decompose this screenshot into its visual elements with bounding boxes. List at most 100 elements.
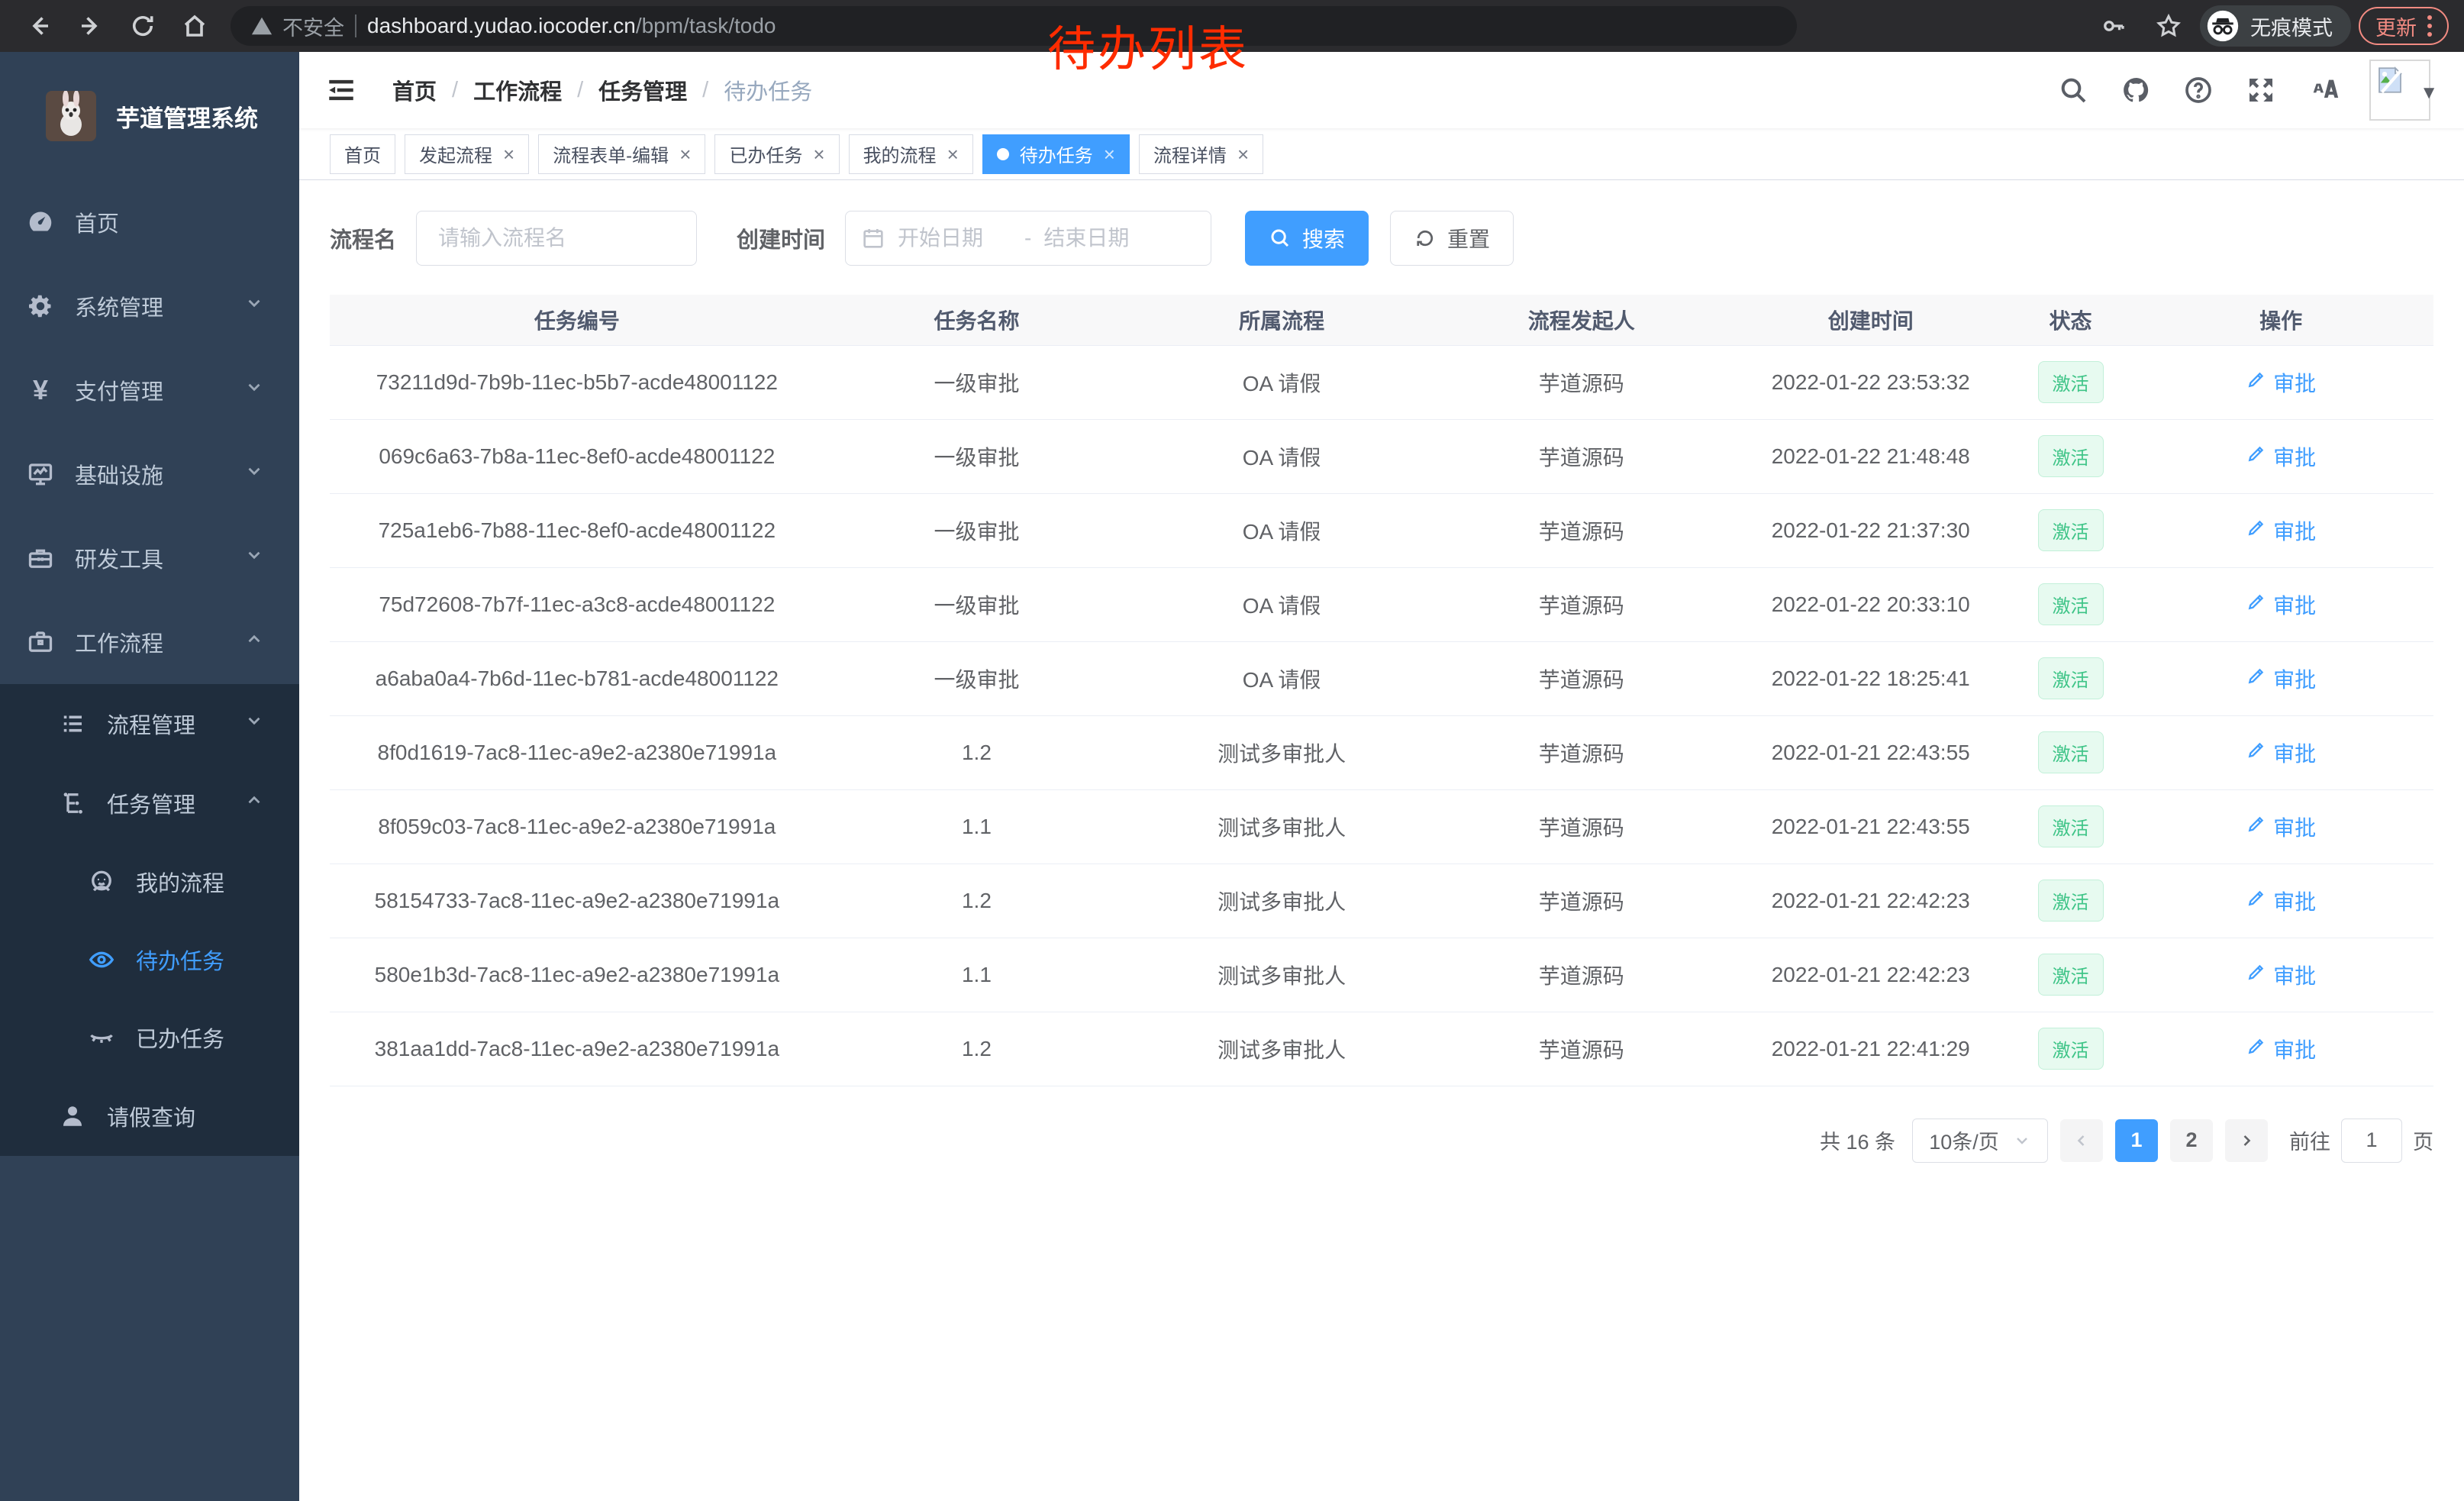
status-cell: 激活 (2013, 789, 2129, 863)
robot-icon (87, 867, 116, 896)
font-size-icon[interactable] (2307, 73, 2340, 107)
fullscreen-icon[interactable] (2244, 73, 2278, 107)
prev-page-button[interactable] (2060, 1119, 2103, 1162)
home-icon[interactable] (171, 6, 218, 46)
key-icon[interactable] (2090, 6, 2137, 46)
edit-pen-icon (2246, 591, 2267, 618)
address-bar[interactable]: 不安全 dashboard.yudao.iocoder.cn/bpm/task/… (231, 6, 1797, 46)
approve-link[interactable]: 审批 (2246, 663, 2316, 694)
process-cell: OA 请假 (1129, 419, 1434, 493)
page-button-1[interactable]: 1 (2115, 1119, 2158, 1162)
reset-button[interactable]: 重置 (1390, 211, 1514, 266)
process-cell: OA 请假 (1129, 493, 1434, 567)
eye-icon (87, 945, 116, 974)
task-id-cell: a6aba0a4-7b6d-11ec-b781-acde48001122 (330, 641, 824, 715)
tab-close-icon[interactable]: × (813, 144, 824, 164)
tab-close-icon[interactable]: × (503, 144, 514, 164)
approve-link[interactable]: 审批 (2246, 960, 2316, 990)
sidebar-item[interactable]: 我的流程 (0, 843, 299, 921)
approve-link[interactable]: 审批 (2246, 886, 2316, 916)
sidebar-item[interactable]: 待办任务 (0, 921, 299, 999)
status-badge: 激活 (2038, 1028, 2104, 1070)
security-warning[interactable]: 不安全 (250, 11, 344, 41)
approve-link[interactable]: 审批 (2246, 441, 2316, 472)
chevron-down-icon (244, 461, 264, 487)
next-page-button[interactable] (2225, 1119, 2268, 1162)
sidebar-item[interactable]: 首页 (0, 180, 299, 264)
tags-view: 首页发起流程×流程表单-编辑×已办任务×我的流程×待办任务×流程详情× (299, 128, 2464, 180)
date-range-picker[interactable]: - (845, 211, 1211, 266)
breadcrumb-item[interactable]: 工作流程 (473, 74, 562, 106)
tab-流程表单-编辑[interactable]: 流程表单-编辑× (538, 134, 705, 174)
tab-close-icon[interactable]: × (1237, 144, 1249, 164)
app-logo[interactable]: 芋道管理系统 (0, 52, 299, 180)
breadcrumb-item[interactable]: 首页 (392, 74, 437, 106)
incognito-icon (2206, 9, 2240, 43)
url-path: /bpm/task/todo (636, 14, 776, 37)
sidebar-item[interactable]: 流程管理 (0, 684, 299, 763)
back-icon[interactable] (15, 6, 63, 46)
approve-link[interactable]: 审批 (2246, 515, 2316, 546)
avatar[interactable]: ▼ (2369, 60, 2438, 121)
help-icon[interactable] (2182, 73, 2215, 107)
page-button-2[interactable]: 2 (2170, 1119, 2213, 1162)
column-header: 流程发起人 (1434, 295, 1729, 345)
search-icon[interactable] (2056, 73, 2090, 107)
task-id-cell: 580e1b3d-7ac8-11ec-a9e2-a2380e71991a (330, 938, 824, 1012)
github-icon[interactable] (2119, 73, 2153, 107)
approve-link[interactable]: 审批 (2246, 738, 2316, 768)
sidebar-item[interactable]: 研发工具 (0, 516, 299, 600)
create-time-cell: 2022-01-21 22:41:29 (1729, 1012, 2013, 1086)
goto-label: 前往 (2289, 1125, 2330, 1155)
browser-menu-icon[interactable] (2427, 15, 2432, 37)
tab-已办任务[interactable]: 已办任务× (714, 134, 839, 174)
reload-icon[interactable] (119, 6, 166, 46)
search-button[interactable]: 搜索 (1245, 211, 1369, 266)
starter-cell: 芋道源码 (1434, 1012, 1729, 1086)
sidebar-item[interactable]: ¥支付管理 (0, 348, 299, 432)
sidebar-item[interactable]: 任务管理 (0, 763, 299, 843)
tab-我的流程[interactable]: 我的流程× (849, 134, 973, 174)
tab-close-icon[interactable]: × (679, 144, 691, 164)
sidebar-item[interactable]: 请假查询 (0, 1077, 299, 1156)
pagination: 共 16 条 10条/页 12 前往 页 (330, 1118, 2433, 1163)
tab-待办任务[interactable]: 待办任务× (982, 134, 1130, 174)
tab-首页[interactable]: 首页 (330, 134, 395, 174)
start-date-input[interactable] (898, 226, 1012, 250)
sidebar-item[interactable]: 基础设施 (0, 432, 299, 516)
breadcrumb-item[interactable]: 任务管理 (598, 74, 687, 106)
process-cell: 测试多审批人 (1129, 789, 1434, 863)
sidebar-menu: 首页系统管理¥支付管理基础设施研发工具工作流程流程管理任务管理我的流程待办任务已… (0, 180, 299, 1156)
tab-发起流程[interactable]: 发起流程× (405, 134, 529, 174)
task-name-cell: 1.2 (824, 863, 1130, 938)
process-name-input[interactable] (416, 211, 697, 266)
user-icon (58, 1102, 87, 1131)
create-time-cell: 2022-01-21 22:42:23 (1729, 938, 2013, 1012)
tab-流程详情[interactable]: 流程详情× (1139, 134, 1263, 174)
edit-pen-icon (2246, 961, 2267, 988)
tab-close-icon[interactable]: × (947, 144, 959, 164)
approve-link[interactable]: 审批 (2246, 812, 2316, 842)
starter-cell: 芋道源码 (1434, 419, 1729, 493)
tab-close-icon[interactable]: × (1104, 144, 1115, 164)
bookmark-star-icon[interactable] (2145, 6, 2192, 46)
sidebar-item[interactable]: 已办任务 (0, 999, 299, 1077)
sidebar-item[interactable]: 工作流程 (0, 600, 299, 684)
page-unit-label: 页 (2413, 1125, 2433, 1155)
goto-page-input[interactable] (2341, 1118, 2402, 1163)
sidebar-item[interactable]: 系统管理 (0, 264, 299, 348)
approve-label: 审批 (2273, 367, 2316, 398)
page-size-select[interactable]: 10条/页 (1912, 1118, 2048, 1163)
incognito-badge[interactable]: 无痕模式 (2200, 5, 2351, 47)
status-cell: 激活 (2013, 641, 2129, 715)
update-button[interactable]: 更新 (2359, 7, 2449, 45)
sidebar-toggle-icon[interactable] (325, 73, 360, 108)
forward-icon[interactable] (67, 6, 114, 46)
column-header: 任务编号 (330, 295, 824, 345)
approve-link[interactable]: 审批 (2246, 367, 2316, 398)
approve-link[interactable]: 审批 (2246, 589, 2316, 620)
action-cell: 审批 (2128, 493, 2433, 567)
approve-link[interactable]: 审批 (2246, 1034, 2316, 1064)
end-date-input[interactable] (1043, 226, 1158, 250)
starter-cell: 芋道源码 (1434, 567, 1729, 641)
